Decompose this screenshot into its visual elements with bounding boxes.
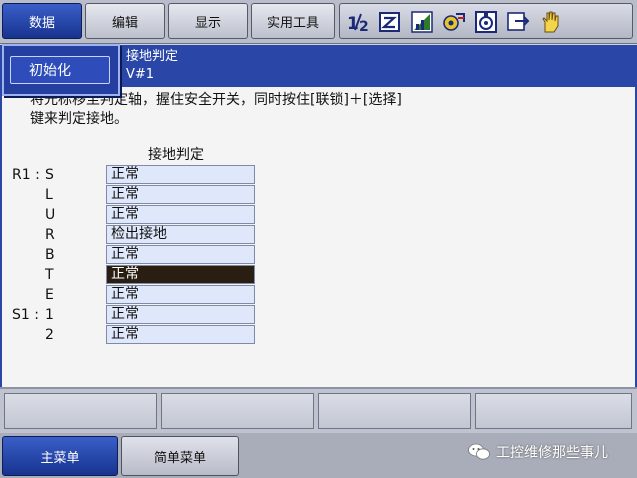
axis-status-cell[interactable]: 正常 <box>106 165 255 184</box>
axis-label: R1 : S <box>12 165 62 185</box>
top-menu-bar: 数据 编辑 显示 实用工具 1 2 <box>0 0 637 44</box>
one-two-icon: 1 2 <box>346 10 370 34</box>
axis-status-cell[interactable]: 正常 <box>106 325 255 344</box>
window-title: 接地判定 <box>126 49 179 64</box>
axis-label: S1 : 1 <box>12 305 62 325</box>
wechat-icon <box>468 443 490 461</box>
axis-status-cell[interactable]: 检出接地 <box>106 225 255 244</box>
axis-name: S <box>45 167 54 183</box>
axis-label: R <box>12 225 62 245</box>
function-key-1[interactable] <box>4 393 157 429</box>
axis-status-cell[interactable]: 正常 <box>106 185 255 204</box>
menu-display[interactable]: 显示 <box>168 3 248 39</box>
menu-edit[interactable]: 编辑 <box>85 3 165 39</box>
axis-status-cell[interactable]: 正常 <box>106 205 255 224</box>
main-menu-button[interactable]: 主菜单 <box>2 436 118 476</box>
axis-name: B <box>45 247 55 263</box>
simple-menu-button[interactable]: 简单菜单 <box>121 436 239 476</box>
axis-status-cell[interactable]: 正常 <box>106 285 255 304</box>
column-header: 接地判定 <box>148 147 204 163</box>
data-menu-dropdown: 初始化 <box>2 44 120 96</box>
menu-utility[interactable]: 实用工具 <box>251 3 335 39</box>
hand-icon <box>538 10 562 34</box>
instruction-line-2: 键来判定接地。 <box>30 111 128 127</box>
function-key-row <box>0 387 637 433</box>
axis-group-prefix: R1 : <box>12 167 40 183</box>
axis-group-prefix: S1 : <box>12 307 39 323</box>
axis-name: L <box>45 187 53 203</box>
function-key-2[interactable] <box>161 393 314 429</box>
signal-bars-icon <box>410 10 434 34</box>
axis-label: 2 <box>12 325 62 345</box>
axis-name: R <box>45 227 55 243</box>
function-key-4[interactable] <box>475 393 632 429</box>
axis-name: T <box>45 267 54 283</box>
axis-status-cell[interactable]: 正常 <box>106 245 255 264</box>
axis-status-cell[interactable]: 正常 <box>106 265 255 284</box>
status-icon-strip: 1 2 <box>339 3 633 39</box>
function-key-3[interactable] <box>318 393 471 429</box>
menu-data[interactable]: 数据 <box>2 3 82 39</box>
axis-label: T <box>12 265 62 285</box>
axis-name: U <box>45 207 56 223</box>
exit-icon <box>506 10 530 34</box>
axis-label: L <box>12 185 62 205</box>
window-subtitle: V#1 <box>126 67 155 82</box>
main-content-panel: 将光标移至判定轴，握住安全开关，同时按住[联锁]＋[选择] 键来判定接地。 接地… <box>0 87 637 387</box>
servo-icon <box>474 10 498 34</box>
gear-cycle-icon <box>442 10 466 34</box>
axis-status-cell[interactable]: 正常 <box>106 305 255 324</box>
edit-check-icon <box>378 10 402 34</box>
axis-label: B <box>12 245 62 265</box>
svg-text:2: 2 <box>359 19 369 34</box>
watermark-text: 工控维修那些事儿 <box>496 445 608 461</box>
axis-name: 1 <box>45 307 54 323</box>
axis-name: 2 <box>45 327 54 343</box>
watermark: 工控维修那些事儿 <box>468 442 608 462</box>
axis-name: E <box>45 287 54 303</box>
menu-item-initialize[interactable]: 初始化 <box>10 56 110 84</box>
axis-label: E <box>12 285 62 305</box>
axis-label: U <box>12 205 62 225</box>
